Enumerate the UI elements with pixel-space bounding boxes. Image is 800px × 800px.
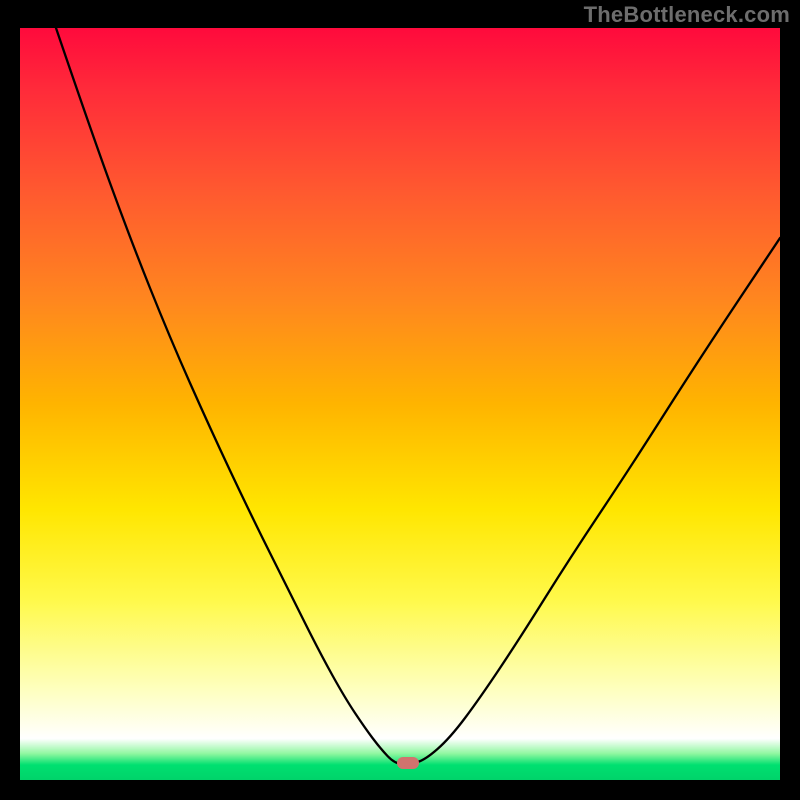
chart-frame: TheBottleneck.com [0, 0, 800, 800]
plot-area [20, 28, 780, 780]
curve-layer [20, 28, 780, 780]
optimal-point-marker [397, 757, 419, 769]
watermark-text: TheBottleneck.com [584, 2, 790, 28]
bottleneck-curve [56, 28, 780, 764]
